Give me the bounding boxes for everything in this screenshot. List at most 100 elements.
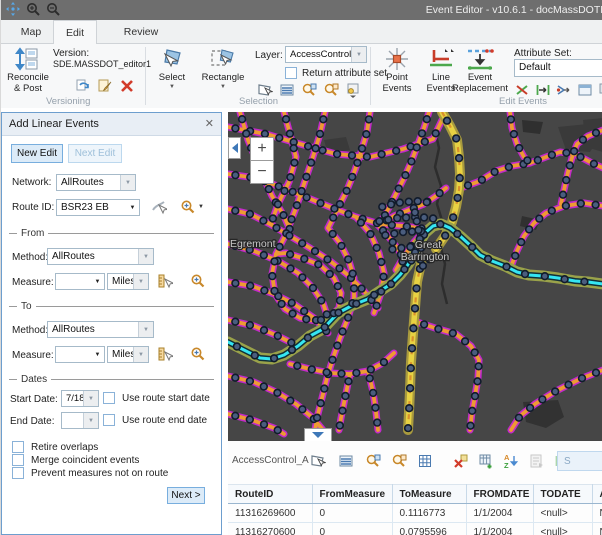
- table-cell: 0: [312, 523, 392, 535]
- pan-to-selected-icon[interactable]: [391, 453, 407, 469]
- zoom-in-icon[interactable]: [26, 2, 40, 16]
- retire-overlaps-checkbox[interactable]: [12, 441, 24, 453]
- zoom-to-measure-icon[interactable]: [190, 346, 206, 362]
- attribute-set-dropdown[interactable]: Default: [514, 59, 602, 77]
- map-view[interactable]: Egremont Great Barrington + −: [228, 112, 602, 441]
- column-header[interactable]: ToMeasure: [392, 485, 466, 504]
- title-bar: Event Editor - v10.6.1 - docMassDOTM: [1, 0, 602, 20]
- column-header[interactable]: FromMeasure: [312, 485, 392, 504]
- ribbon: Reconcile & Post Version: SDE.MASSDOT_ed…: [1, 44, 602, 110]
- delete-version-icon[interactable]: [119, 78, 135, 94]
- route-id-label: Route ID:: [12, 202, 54, 213]
- select-route-on-map-icon[interactable]: [151, 199, 167, 215]
- column-header[interactable]: AC: [592, 485, 602, 504]
- table-row[interactable]: 1131627060000.07955961/1/2004<null>No: [228, 523, 602, 535]
- selection-options-icon[interactable]: [345, 82, 361, 98]
- end-date-input[interactable]: ▼: [61, 412, 99, 429]
- merge-coincident-events-checkbox[interactable]: [12, 454, 24, 466]
- merge-coincident-events-label: Merge coincident events: [31, 455, 139, 466]
- use-route-start-date-checkbox[interactable]: [103, 392, 115, 404]
- map-zoom-in-button[interactable]: +: [250, 137, 274, 161]
- prevent-measures-checkbox[interactable]: [12, 467, 24, 479]
- reconcile-post-button[interactable]: Reconcile & Post: [4, 46, 52, 94]
- table-header-row: RouteIDFromMeasureToMeasureFROMDATETODAT…: [228, 485, 602, 504]
- zoom-to-selected-icon[interactable]: [365, 453, 381, 469]
- to-measure-combo[interactable]: ▼: [55, 346, 105, 363]
- zoom-to-route-icon[interactable]: [180, 199, 196, 215]
- column-header[interactable]: RouteID: [228, 485, 312, 504]
- field-calculator-icon[interactable]: [417, 453, 433, 469]
- to-unit-dropdown[interactable]: Miles ▼: [107, 346, 149, 363]
- map-canvas: Egremont Great Barrington: [228, 112, 602, 441]
- column-header[interactable]: FROMDATE: [466, 485, 533, 504]
- tab-review[interactable]: Review: [113, 20, 169, 44]
- start-date-input[interactable]: 7/18/ ▼: [61, 390, 99, 407]
- zoom-to-measure-icon[interactable]: [190, 273, 206, 289]
- table-cell: 1/1/2004: [466, 523, 533, 535]
- rectangle-select-button[interactable]: Rectangle ▼: [197, 46, 249, 91]
- from-group-header: From: [9, 228, 214, 239]
- from-method-dropdown[interactable]: AllRoutes ▼: [47, 248, 154, 265]
- close-icon[interactable]: ✕: [205, 117, 214, 130]
- add-record-icon[interactable]: [478, 453, 494, 469]
- refresh-version-icon[interactable]: [75, 78, 91, 94]
- table-row[interactable]: 1131626960000.11167731/1/2004<null>No: [228, 504, 602, 523]
- next-edit-button[interactable]: Next Edit: [68, 144, 122, 163]
- collapse-panel-button[interactable]: [228, 137, 241, 159]
- select-button[interactable]: Select ▼: [151, 46, 193, 91]
- copy-events-icon[interactable]: [598, 82, 602, 98]
- version-label: Version:: [53, 48, 89, 59]
- attribute-list-icon[interactable]: [279, 82, 295, 98]
- pan-icon[interactable]: [6, 2, 20, 16]
- chevron-down-icon: ▼: [120, 175, 135, 190]
- map-zoom-out-button[interactable]: −: [250, 160, 274, 184]
- truncated-toolbar-button[interactable]: S: [557, 451, 602, 471]
- new-edit-button[interactable]: New Edit: [11, 144, 63, 163]
- selection-group-label: Selection: [239, 96, 278, 107]
- tab-edit[interactable]: Edit: [53, 20, 97, 45]
- zoom-out-icon[interactable]: [46, 2, 60, 16]
- from-measure-combo[interactable]: ▼: [55, 273, 105, 290]
- network-label: Network:: [12, 177, 51, 188]
- chevron-down-icon[interactable]: ▼: [198, 204, 204, 210]
- use-route-end-date-checkbox[interactable]: [103, 414, 115, 426]
- table-cell: 0.1116773: [392, 504, 466, 523]
- branch-routes-icon[interactable]: [556, 82, 572, 98]
- pick-measure-on-map-icon[interactable]: [157, 346, 173, 362]
- attribute-table-panel: AccessControl_A: [228, 441, 602, 535]
- tab-map[interactable]: Map: [9, 20, 53, 44]
- select-icon: [159, 46, 185, 72]
- chevron-down-icon: ▼: [138, 322, 153, 337]
- barrington-label: Barrington: [401, 251, 450, 263]
- next-button[interactable]: Next >: [167, 487, 205, 504]
- select-by-shape-icon[interactable]: [310, 453, 326, 469]
- prevent-measures-label: Prevent measures not on route: [31, 468, 168, 479]
- use-route-end-date-label: Use route end date: [122, 415, 207, 426]
- collapse-table-button[interactable]: [304, 428, 332, 441]
- layer-dropdown[interactable]: AccessControl_A ▼: [285, 46, 367, 63]
- pan-to-selection-icon[interactable]: [323, 82, 339, 98]
- route-id-combo[interactable]: BSR23 EB ▼: [56, 199, 140, 216]
- new-version-icon[interactable]: [97, 78, 113, 94]
- chevron-down-icon: ▼: [133, 274, 148, 289]
- show-window-icon[interactable]: [577, 82, 593, 98]
- chevron-down-icon: ▼: [91, 274, 104, 289]
- panel-header: Add Linear Events ✕: [2, 113, 221, 136]
- show-selected-records-icon[interactable]: [338, 453, 354, 469]
- sort-icon[interactable]: A Z: [503, 453, 519, 469]
- pick-measure-on-map-icon[interactable]: [157, 273, 173, 289]
- point-events-button[interactable]: Point Events: [377, 46, 417, 94]
- to-method-dropdown[interactable]: AllRoutes ▼: [47, 321, 154, 338]
- attribute-table: RouteIDFromMeasureToMeasureFROMDATETODAT…: [228, 484, 602, 535]
- event-replacement-button[interactable]: Event Replacement: [449, 46, 511, 94]
- use-route-start-date-label: Use route start date: [122, 393, 210, 404]
- clear-selection-icon[interactable]: [453, 453, 469, 469]
- from-unit-dropdown[interactable]: Miles ▼: [107, 273, 149, 290]
- end-date-label: End Date:: [10, 416, 54, 427]
- return-attribute-set-checkbox[interactable]: [285, 67, 297, 79]
- zoom-to-selection-icon[interactable]: [301, 82, 317, 98]
- table-cell: <null>: [533, 504, 592, 523]
- table-properties-icon[interactable]: [529, 453, 545, 469]
- network-dropdown[interactable]: AllRoutes ▼: [56, 174, 136, 191]
- column-header[interactable]: TODATE: [533, 485, 592, 504]
